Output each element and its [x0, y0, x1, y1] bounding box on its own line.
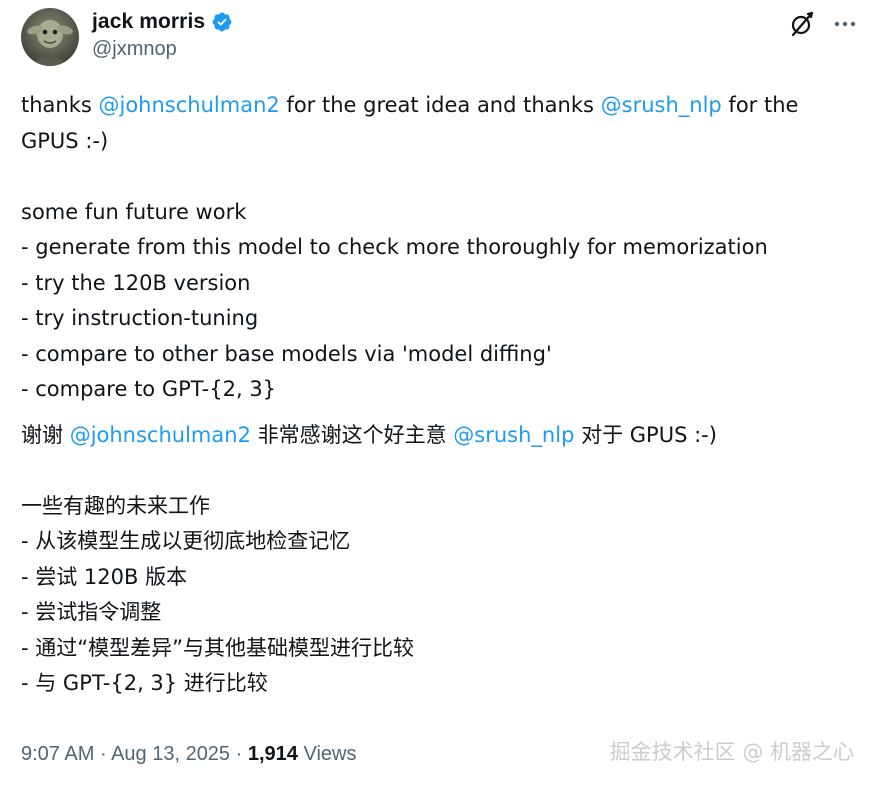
- text-segment: thanks: [21, 93, 99, 117]
- text-segment: 对于 GPUS :-): [574, 422, 717, 447]
- separator: ·: [230, 743, 248, 765]
- author-handle[interactable]: @jxmnop: [92, 38, 233, 61]
- tweet-text: thanks @johnschulman2 for the great idea…: [21, 88, 866, 702]
- text-segment: 非常感谢这个好主意: [250, 422, 454, 447]
- zh-list-item: - 从该模型生成以更彻底地检查记忆: [21, 529, 351, 553]
- en-future-title: some fun future work: [21, 199, 247, 224]
- en-list-item: - compare to GPT-{2, 3}: [21, 377, 277, 401]
- en-list-item: - generate from this model to check more…: [21, 235, 768, 259]
- text-segment: for the: [721, 93, 799, 117]
- views-label: Views: [297, 743, 357, 765]
- author-display-name[interactable]: jack morris: [92, 10, 205, 34]
- views-count: 1,914: [247, 743, 298, 765]
- text-segment: for the great idea and thanks: [279, 93, 601, 117]
- zh-list-item: - 尝试指令调整: [21, 600, 162, 624]
- avatar[interactable]: [21, 8, 79, 66]
- en-list-item: - try the 120B version: [21, 270, 251, 295]
- author-block: jack morris @jxmnop: [92, 8, 233, 61]
- watermark: 掘金技术社区 @ 机器之心: [609, 740, 854, 764]
- zh-list-item: - 通过“模型差异”与其他基础模型进行比较: [21, 635, 415, 660]
- tweet-meta: 9:07 AM · Aug 13, 2025 · 1,914 Views: [21, 743, 356, 766]
- mention-srush-nlp[interactable]: @srush_nlp: [453, 423, 574, 447]
- tweet-time[interactable]: 9:07 AM: [21, 743, 94, 765]
- en-thanks-line-2: GPUS :-): [21, 128, 109, 153]
- zh-list-item: - 尝试 120B 版本: [21, 564, 188, 589]
- en-list-item: - compare to other base models via 'mode…: [21, 341, 552, 366]
- header-actions: [788, 10, 858, 38]
- en-list-item: - try instruction-tuning: [21, 306, 259, 330]
- mention-srush-nlp[interactable]: @srush_nlp: [601, 93, 722, 117]
- en-thanks-line: thanks @johnschulman2 for the great idea…: [21, 88, 866, 124]
- tweet-card: jack morris @jxmnop thanks @johnschulman…: [0, 0, 876, 786]
- mention-johnschulman2[interactable]: @johnschulman2: [70, 423, 251, 447]
- verified-badge-icon: [211, 11, 233, 33]
- text-segment: 谢谢: [21, 422, 70, 447]
- zh-thanks-line: 谢谢 @johnschulman2 非常感谢这个好主意 @srush_nlp 对…: [21, 418, 866, 454]
- tweet-date[interactable]: Aug 13, 2025: [111, 743, 230, 765]
- zh-future-title: 一些有趣的未来工作: [21, 493, 210, 518]
- mention-johnschulman2[interactable]: @johnschulman2: [99, 93, 280, 117]
- zh-list-item: - 与 GPT-{2, 3} 进行比较: [21, 671, 268, 695]
- more-icon[interactable]: [832, 11, 858, 37]
- separator: ·: [94, 743, 112, 765]
- avatar-image: [21, 8, 79, 66]
- grok-icon[interactable]: [788, 10, 816, 38]
